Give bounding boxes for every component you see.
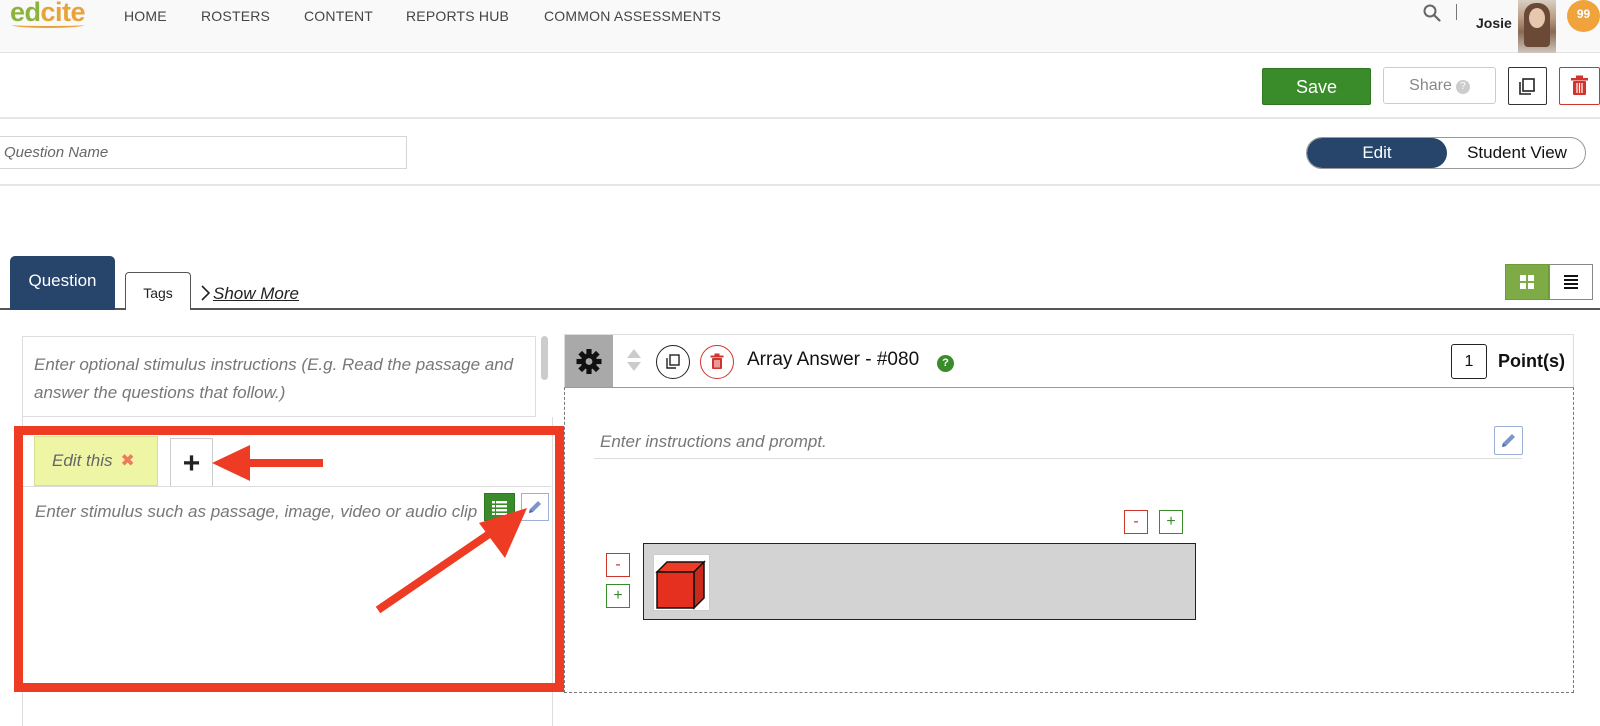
question-duplicate-button[interactable]	[656, 345, 690, 379]
user-name[interactable]: Josie	[1476, 15, 1512, 31]
trash-icon	[710, 353, 724, 369]
view-mode-toggle[interactable]: Edit Student View	[1306, 137, 1586, 169]
copy-icon	[1519, 78, 1535, 95]
add-stimulus-tab-button[interactable]: +	[170, 438, 213, 486]
stimulus-layout-button[interactable]	[484, 493, 515, 521]
gear-icon	[576, 349, 602, 374]
prompt-placeholder[interactable]: Enter instructions and prompt.	[600, 432, 827, 452]
prompt-underline	[594, 458, 1522, 459]
tab-bar-divider	[0, 308, 1600, 310]
nav-separator	[1456, 4, 1457, 20]
tab-question[interactable]: Question	[10, 256, 115, 310]
question-help-icon[interactable]: ?	[937, 355, 954, 372]
points-label: Point(s)	[1498, 351, 1565, 371]
nav-rosters-link[interactable]: ROSTERS	[201, 8, 270, 24]
add-column-button[interactable]: +	[1159, 510, 1183, 534]
add-row-button[interactable]: +	[606, 584, 630, 608]
stimulus-panel-right-border	[552, 417, 553, 726]
close-icon[interactable]: ✖	[120, 451, 134, 470]
array-grid[interactable]	[643, 543, 1196, 620]
share-label: Share	[1409, 77, 1452, 94]
question-name-row: Edit Student View	[0, 121, 1600, 186]
nav-home-link[interactable]: HOME	[124, 8, 167, 24]
nav-content-link[interactable]: CONTENT	[304, 8, 373, 24]
question-name-input[interactable]	[0, 136, 407, 169]
pencil-icon	[529, 501, 541, 513]
list-icon	[1564, 275, 1578, 289]
stimulus-scrollbar[interactable]	[540, 334, 549, 412]
duplicate-button[interactable]	[1508, 67, 1547, 105]
show-more-label: Show More	[213, 284, 299, 303]
toggle-student-view-option[interactable]: Student View	[1447, 138, 1585, 168]
stimulus-instructions-field[interactable]: Enter optional stimulus instructions (E.…	[22, 336, 536, 417]
share-button[interactable]: Share?	[1383, 67, 1496, 104]
delete-button[interactable]	[1559, 67, 1600, 105]
remove-column-button[interactable]: -	[1124, 510, 1148, 534]
search-icon[interactable]	[1423, 4, 1441, 22]
sort-arrows-icon[interactable]	[626, 348, 642, 372]
array-cell[interactable]	[653, 554, 710, 611]
prompt-edit-button[interactable]	[1494, 426, 1523, 455]
chevron-right-icon	[201, 285, 211, 301]
list-view-button[interactable]	[1549, 264, 1593, 300]
trash-icon	[1571, 75, 1588, 95]
stimulus-body-placeholder: Enter stimulus such as passage, image, v…	[35, 502, 478, 521]
tab-tags[interactable]: Tags	[125, 272, 191, 310]
show-more-link[interactable]: Show More	[200, 284, 299, 304]
top-navigation-bar: edcite HOME ROSTERS CONTENT REPORTS HUB …	[0, 0, 1600, 53]
points-input[interactable]: 1	[1451, 344, 1487, 379]
logo-swoosh	[12, 22, 84, 28]
question-settings-button[interactable]	[565, 335, 613, 388]
action-bar: Save Share?	[0, 53, 1600, 119]
nav-common-assessments-link[interactable]: COMMON ASSESSMENTS	[544, 8, 721, 24]
cube-icon	[655, 560, 706, 610]
toggle-edit-option[interactable]: Edit	[1307, 138, 1447, 168]
stimulus-edit-button[interactable]	[521, 493, 549, 521]
pencil-icon	[1502, 434, 1515, 447]
avatar[interactable]	[1518, 0, 1556, 53]
list-icon	[492, 501, 507, 515]
grid-view-button[interactable]	[1505, 264, 1549, 300]
notification-badge[interactable]: 99	[1567, 0, 1600, 32]
share-help-icon[interactable]: ?	[1455, 80, 1470, 94]
remove-row-button[interactable]: -	[606, 553, 630, 577]
avatar-face	[1529, 8, 1545, 28]
question-title: Array Answer - #080	[747, 349, 920, 370]
question-delete-button[interactable]	[700, 345, 734, 379]
stimulus-tab[interactable]: Edit this ✖	[34, 436, 158, 486]
scrollbar-thumb[interactable]	[541, 336, 548, 380]
nav-reports-hub-link[interactable]: REPORTS HUB	[406, 8, 509, 24]
save-button[interactable]: Save	[1262, 68, 1371, 105]
copy-icon	[666, 354, 680, 369]
stimulus-tab-label: Edit this	[52, 451, 113, 470]
grid-icon	[1520, 275, 1534, 289]
